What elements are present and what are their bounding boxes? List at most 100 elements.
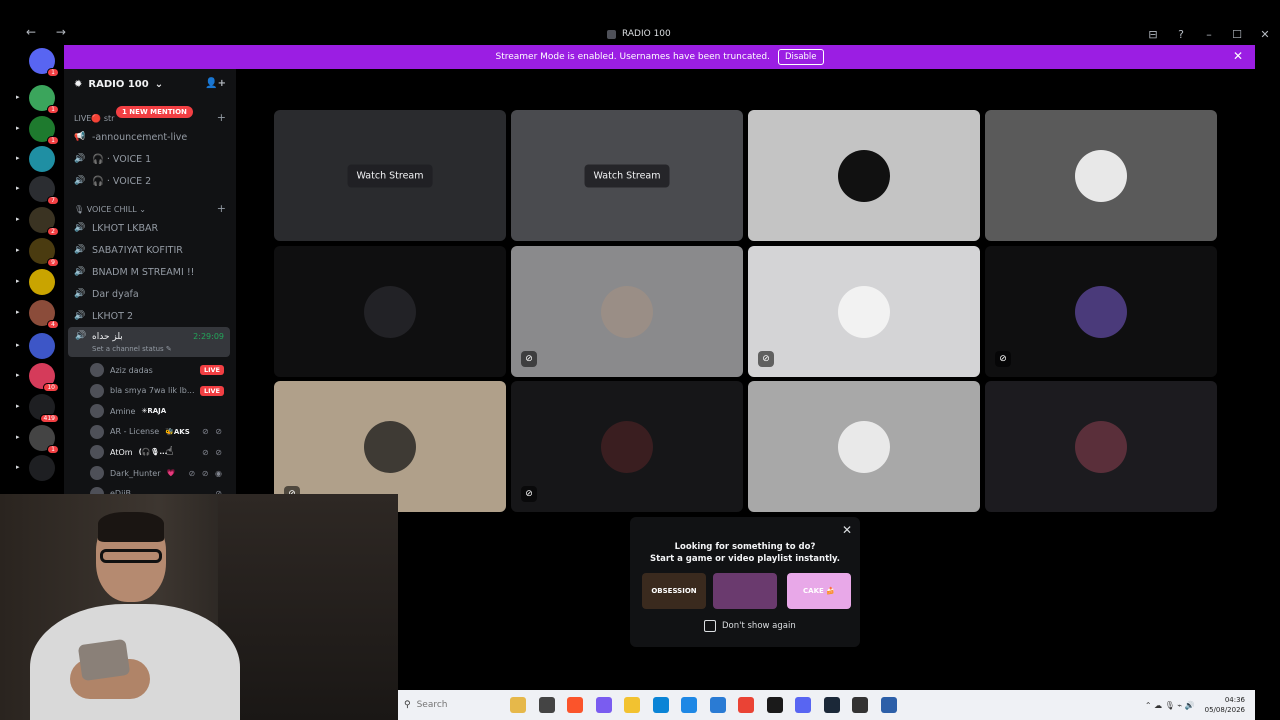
nav-arrows[interactable]: ← → [26,25,74,39]
clock[interactable]: 04:36 05/08/2026 [1205,695,1245,715]
close-icon[interactable]: ✕ [842,523,852,537]
taskbar-app-icon[interactable] [681,697,697,713]
voice-member[interactable]: Dark_Hunter 💗 ⊘ ⊘ ◉ [90,464,230,482]
taskbar-app-icon[interactable] [880,697,897,713]
server-icon[interactable] [29,455,55,481]
server-icon[interactable] [29,333,55,359]
taskbar-app-icon[interactable] [823,697,840,713]
voice-member[interactable]: bla smya 7wa lik lb... LIVE [90,382,230,400]
voice-member[interactable]: Aziz dadas LIVE [90,361,230,379]
participant-tile[interactable] [985,110,1217,241]
taskbar-app-icon[interactable] [766,697,783,713]
add-channel-icon[interactable]: + [217,202,226,215]
taskbar-app-icon[interactable] [510,697,526,713]
system-tray: ⌃ ☁ 🎙 ⌁ 🔊 04:36 05/08/2026 [1145,690,1245,720]
activity-line-2: Start a game or video playlist instantly… [649,554,841,564]
taskbar-app-icon[interactable] [738,697,754,713]
activity-cake[interactable]: CAKE 🍰 [787,573,851,609]
participant-tile[interactable]: ⊘ [748,246,980,377]
participant-tile[interactable] [748,110,980,241]
server-icon[interactable]: 10 [29,363,59,392]
channel-announcement[interactable]: 📢 -announcement-live [74,128,226,146]
taskbar-app-icon[interactable] [652,697,669,713]
channel-lkhot-2[interactable]: 🔊 LKHOT 2 [74,307,226,325]
member-name: AR - License [110,427,160,437]
server-icon[interactable]: 7 [29,176,59,205]
channel-bnadm[interactable]: 🔊 BNADM M STREAMI !! [74,263,226,281]
checkbox-box[interactable] [704,620,716,632]
maximize-button[interactable]: ☐ [1232,28,1242,41]
taskbar-app-icon[interactable] [538,697,555,713]
server-icon[interactable]: 419 [29,394,59,423]
category-voice-chill[interactable]: 🎙 VOICE CHILL ⌄ [74,205,146,214]
server-icon[interactable]: 1 [29,85,59,114]
set-status-link[interactable]: Set a channel status ✎ [92,345,172,353]
participant-tile[interactable] [985,381,1217,512]
category-live[interactable]: LIVE🔴 str [74,114,114,123]
taskbar-app-icon[interactable] [852,697,868,713]
inbox-icon[interactable]: ⊟ [1148,28,1158,41]
dont-show-again-checkbox[interactable]: Don't show again [704,620,796,632]
speaker-icon: 🔊 [74,176,86,186]
activity-obsession[interactable]: OBSESSION [642,573,706,609]
search-input[interactable] [416,700,507,710]
taskbar-app-icon[interactable] [595,697,612,713]
add-channel-icon[interactable]: + [217,111,226,124]
channel-lkhot-lkbar[interactable]: 🔊 LKHOT LKBAR [74,219,226,237]
minimize-button[interactable]: – [1204,28,1214,41]
watch-stream-button[interactable]: Watch Stream [584,164,670,187]
unread-badge: 10 [43,383,59,392]
channel-dar-dyafa[interactable]: 🔊 Dar dyafa [74,285,226,303]
guild-header[interactable]: ✹ RADIO 100 ⌄ 👤+ [64,69,236,99]
avatar [90,363,104,377]
channel-voice-2[interactable]: 🔊 🎧 · VOICE 2 [74,172,226,190]
help-icon[interactable]: ? [1176,28,1186,41]
member-name: Dark_Hunter [110,468,161,478]
participant-avatar [1075,149,1127,202]
voice-member[interactable]: AtOm (🎧🎙... ⊘ ⊘ [90,443,230,461]
active-voice-channel[interactable]: 🔊 بلز حداه 2:29:09 Set a channel status … [68,327,230,357]
banner-close-icon[interactable]: ✕ [1233,49,1243,63]
unread-badge: 1 [47,445,59,454]
participant-tile[interactable]: ⊘ [274,381,506,512]
channel-voice-1[interactable]: 🔊 🎧 · VOICE 1 [74,150,226,168]
activity-playlist[interactable] [713,573,777,609]
taskbar-app-icon[interactable] [567,697,583,713]
channel-sabahiyat[interactable]: 🔊 SABA7IYAT KOFITIR [74,241,226,259]
server-icon[interactable]: 1 [29,116,59,145]
window-title: RADIO 100 [607,22,671,46]
participant-tile[interactable] [748,381,980,512]
voice-member[interactable]: Amine ✳RAJA [90,402,230,420]
server-icon[interactable]: 1 [29,425,59,454]
participant-tile[interactable]: ⊘ [511,381,743,512]
webcam-background [218,494,398,720]
server-icon[interactable]: 2 [29,207,59,236]
stream-tile[interactable]: Watch Stream [511,110,743,241]
server-icon[interactable] [29,269,55,295]
unread-indicator [16,184,20,194]
unread-indicator [16,154,20,164]
taskbar-app-icon[interactable] [709,697,726,713]
server-icon[interactable]: 4 [29,300,59,329]
tray-icons[interactable]: ⌃ ☁ 🎙 ⌁ 🔊 [1145,701,1195,710]
disable-button[interactable]: Disable [777,49,824,65]
app-icon [607,29,616,39]
participant-tile[interactable]: ⊘ [985,246,1217,377]
unread-badge: 9 [47,258,59,267]
stream-tile[interactable]: Watch Stream [274,110,506,241]
close-button[interactable]: ✕ [1260,28,1270,41]
muted-icon: ⊘ [758,351,774,367]
voice-member[interactable]: AR - License 🐝AKS ⊘ ⊘ [90,423,230,441]
participant-tile[interactable]: ⊘ [511,246,743,377]
server-icon[interactable] [29,146,55,172]
checkbox-label: Don't show again [722,621,796,631]
new-mention-pill[interactable]: 1 NEW MENTION [116,106,193,118]
taskbar-app-icon[interactable] [624,697,640,713]
taskbar-app-icon[interactable] [795,697,811,713]
watch-stream-button[interactable]: Watch Stream [347,164,433,187]
invite-icon[interactable]: 👤+ [205,78,226,89]
participant-tile[interactable] [274,246,506,377]
discord-home-icon[interactable]: 1 [29,48,59,77]
server-icon[interactable]: 9 [29,238,59,267]
avatar [90,404,104,419]
